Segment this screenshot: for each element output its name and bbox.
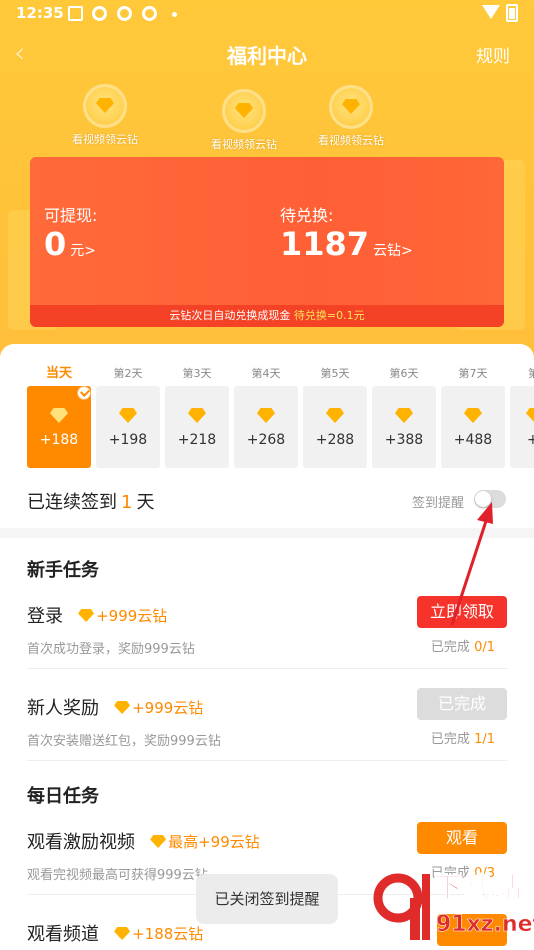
watermark-text: 下载站: [433, 871, 525, 905]
watermark-logo-icon: [373, 873, 430, 940]
annotation-arrow-head: [477, 502, 493, 524]
annotation-arrow-line: [450, 517, 489, 626]
toast-message: 已关闭签到提醒: [196, 874, 338, 924]
annotation-arrow: [450, 502, 493, 626]
watermark-url: 91xz.net: [436, 912, 534, 938]
watermark: 下载站 91xz.net: [372, 858, 534, 950]
